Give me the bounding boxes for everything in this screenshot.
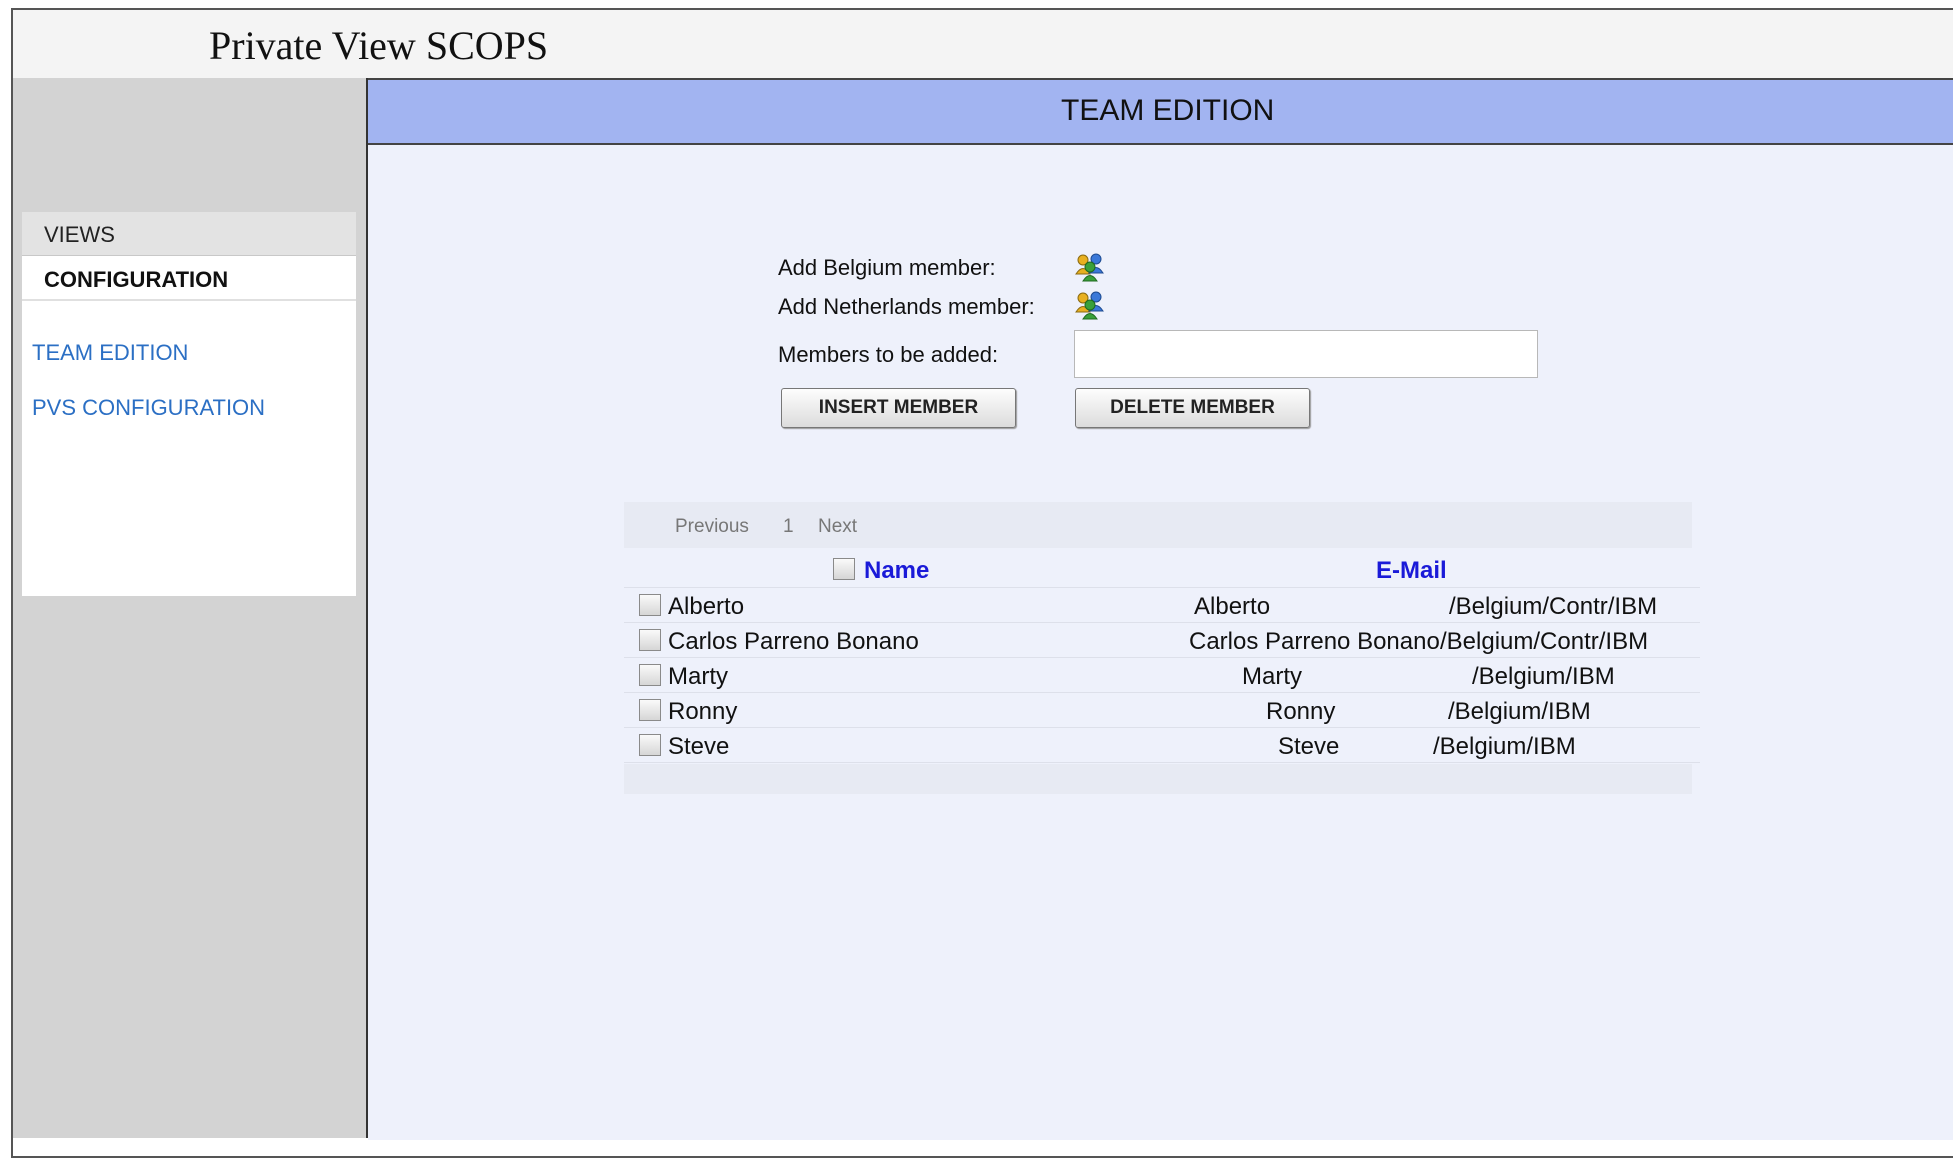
app-header: Private View SCOPS [11, 8, 1953, 80]
row-name: Alberto [668, 593, 745, 620]
page-header: TEAM EDITION [368, 80, 1953, 145]
table-header-row [624, 552, 1700, 588]
pager-previous-link[interactable]: Previous [675, 516, 749, 538]
row-name: Ronny [668, 698, 738, 725]
row-email-name: Ronny [1266, 698, 1336, 725]
row-email-name: Carlos Parreno Bonano [1189, 628, 1440, 655]
sidebar-link-pvs-configuration[interactable]: PVS CONFIGURATION [32, 395, 265, 421]
row-checkbox[interactable] [639, 629, 661, 651]
row-email-org: /Belgium/IBM [1472, 663, 1615, 690]
sidebar-link-team-edition[interactable]: TEAM EDITION [32, 340, 188, 366]
row-email-name: Alberto [1194, 593, 1271, 620]
add-belgium-member-people-icon[interactable] [1074, 252, 1106, 282]
pager-page-1[interactable]: 1 [783, 516, 794, 538]
delete-member-button[interactable]: DELETE MEMBER [1075, 388, 1310, 428]
row-name: Steve [668, 733, 730, 760]
row-email-name: Steve [1278, 733, 1340, 760]
row-email-name: Marty [1242, 663, 1302, 690]
page-title: TEAM EDITION [1061, 94, 1275, 127]
table-footer-bar [624, 764, 1692, 794]
row-checkbox[interactable] [639, 699, 661, 721]
insert-member-button[interactable]: INSERT MEMBER [781, 388, 1016, 428]
add-belgium-member-label: Add Belgium member: [778, 255, 996, 280]
row-email-org: /Belgium/Contr/IBM [1449, 593, 1658, 620]
add-netherlands-member-label: Add Netherlands member: [778, 294, 1035, 319]
row-email-org: /Belgium/IBM [1448, 698, 1591, 725]
row-checkbox[interactable] [639, 664, 661, 686]
row-email-org: /Belgium/Contr/IBM [1440, 628, 1649, 655]
pager-bar: Previous 1 Next [624, 502, 1692, 548]
row-email-org: /Belgium/IBM [1433, 733, 1576, 760]
sidebar-tab-views[interactable]: VIEWS [22, 212, 356, 256]
app-title: Private View SCOPS [209, 23, 549, 68]
sidebar-tab-configuration[interactable]: CONFIGURATION [22, 257, 356, 301]
row-name: Carlos Parreno Bonano [668, 628, 919, 655]
members-to-be-added-input[interactable] [1074, 330, 1538, 378]
row-checkbox[interactable] [639, 734, 661, 756]
add-netherlands-member-people-icon[interactable] [1074, 290, 1106, 320]
pager-next-link[interactable]: Next [818, 516, 857, 538]
row-checkbox[interactable] [639, 594, 661, 616]
members-to-be-added-label: Members to be added: [778, 342, 999, 367]
row-name: Marty [668, 663, 728, 690]
